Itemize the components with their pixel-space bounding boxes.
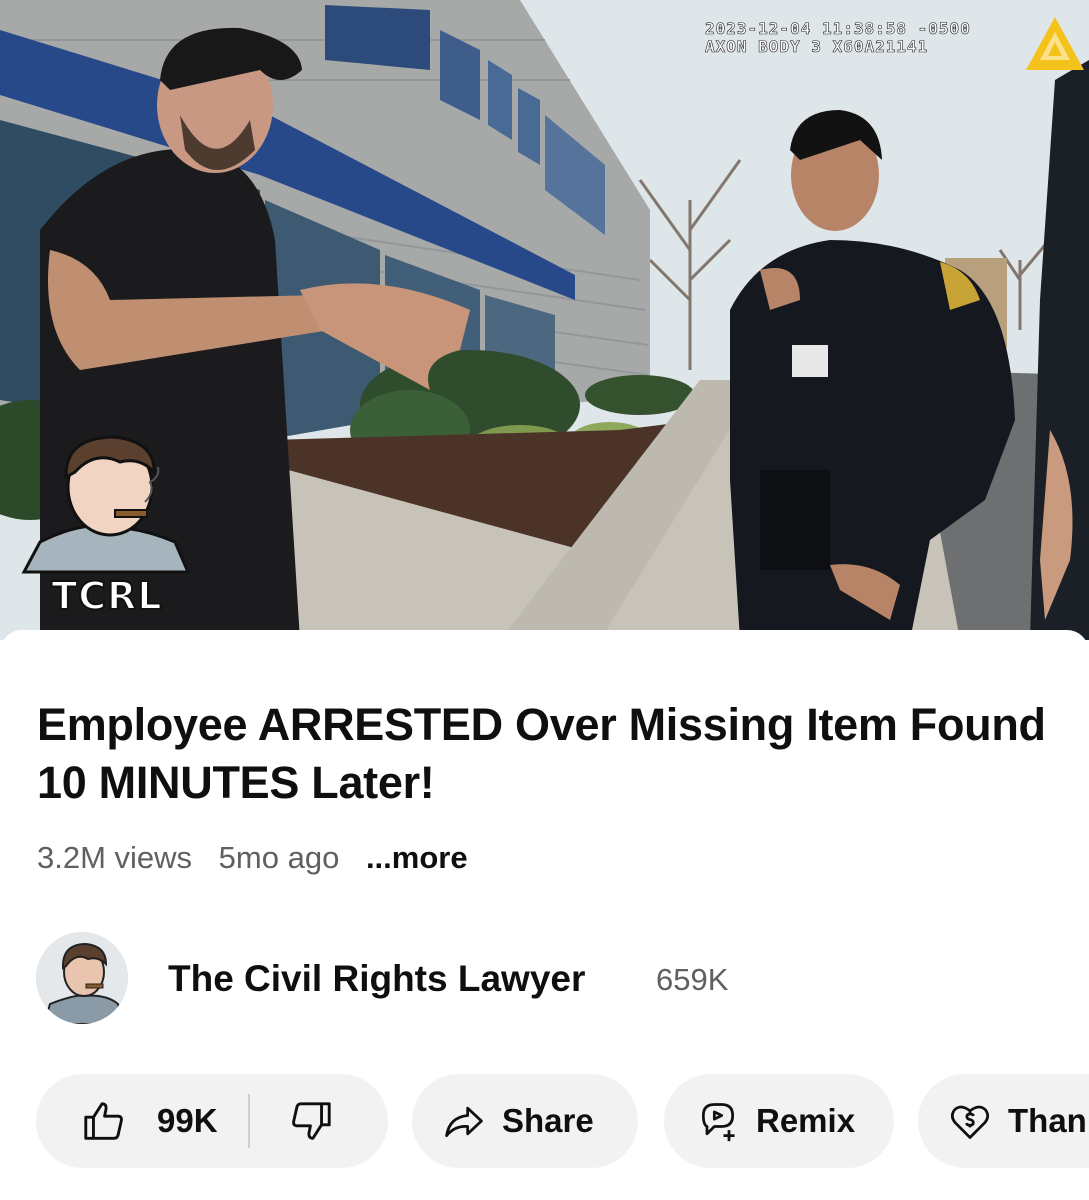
channel-name[interactable]: The Civil Rights Lawyer — [168, 958, 585, 1000]
like-button[interactable]: 99K — [36, 1074, 218, 1168]
caricature-logo-icon — [21, 435, 191, 574]
heart-dollar-icon — [950, 1105, 990, 1139]
video-player[interactable]: 2023-12-04 11:38:58 -0500 AXON BODY 3 X6… — [0, 0, 1089, 640]
bodycam-overlay: 2023-12-04 11:38:58 -0500 AXON BODY 3 X6… — [705, 19, 971, 56]
thumbs-up-icon — [84, 1102, 123, 1140]
share-arrow-icon — [445, 1106, 483, 1138]
thanks-label: Than — [1008, 1102, 1087, 1139]
thumbs-down-icon — [291, 1102, 331, 1140]
watermark-text: TCRL — [50, 573, 163, 619]
remix-label: Remix — [756, 1102, 856, 1139]
like-count: 99K — [157, 1102, 218, 1139]
bodycam-device-id: AXON BODY 3 X60A21141 — [705, 37, 929, 56]
more-button[interactable]: ...more — [366, 840, 468, 875]
axon-logo-icon — [1026, 17, 1084, 70]
channel-row[interactable]: The Civil Rights Lawyer 659K — [36, 932, 1036, 1024]
thanks-button[interactable]: Than — [918, 1074, 1089, 1168]
avatar-image — [36, 932, 128, 1024]
video-title[interactable]: Employee ARRESTED Over Missing Item Foun… — [37, 696, 1067, 812]
subscriber-count: 659K — [656, 962, 729, 997]
remix-button[interactable]: Remix — [664, 1074, 894, 1168]
share-label: Share — [502, 1102, 594, 1139]
view-count: 3.2M views — [37, 840, 193, 875]
like-divider — [247, 1094, 250, 1148]
dislike-button[interactable] — [288, 1098, 334, 1144]
video-meta[interactable]: 3.2M views 5mo ago ...more — [37, 840, 486, 876]
remix-icon — [701, 1103, 735, 1142]
bodycam-timestamp: 2023-12-04 11:38:58 -0500 — [705, 19, 971, 38]
channel-avatar[interactable] — [36, 932, 128, 1024]
share-button[interactable]: Share — [412, 1074, 638, 1168]
upload-age: 5mo ago — [218, 840, 340, 875]
video-info-sheet: Employee ARRESTED Over Missing Item Foun… — [0, 630, 1089, 1200]
channel-watermark: TCRL — [20, 432, 192, 619]
like-dislike-group: 99K — [36, 1074, 388, 1168]
